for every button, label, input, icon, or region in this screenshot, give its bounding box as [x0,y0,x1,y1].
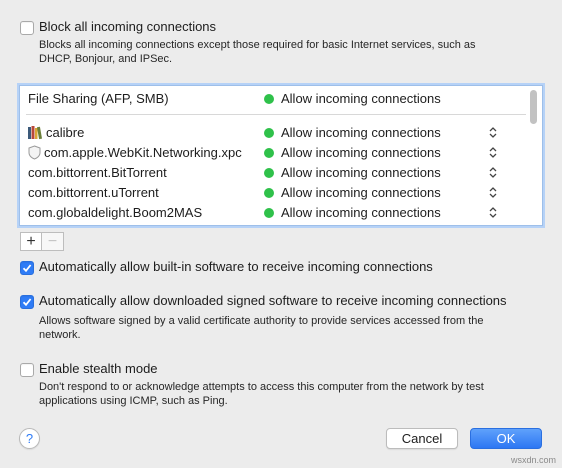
status-dot-icon [264,188,274,198]
stealth-mode-checkbox[interactable] [20,363,34,377]
block-all-label[interactable]: Block all incoming connections [39,19,216,34]
app-status: Allow incoming connections [281,205,441,220]
app-name: calibre [46,125,85,140]
firewall-app-list[interactable]: File Sharing (AFP, SMB) Allow incoming c… [19,85,543,226]
chevron-updown-icon[interactable] [488,206,498,219]
stealth-mode-label[interactable]: Enable stealth mode [39,361,158,376]
status-dot-icon [264,94,274,104]
app-name: com.bittorrent.BitTorrent [28,165,167,180]
ok-button[interactable]: OK [470,428,542,449]
auto-signed-description-line-1: Allows software signed by a valid certif… [39,315,484,327]
shield-icon [28,145,41,160]
chevron-updown-icon[interactable] [488,166,498,179]
auto-builtin-checkbox[interactable] [20,261,34,275]
list-item[interactable]: com.bittorrent.BitTorrent Allow incoming… [20,162,530,182]
app-status: Allow incoming connections [281,125,441,140]
status-dot-icon [264,128,274,138]
block-all-description-line-1: Blocks all incoming connections except t… [39,39,476,51]
app-name: com.globaldelight.Boom2MAS [28,205,203,220]
list-header-row[interactable]: File Sharing (AFP, SMB) Allow incoming c… [20,88,530,108]
checkmark-icon [22,264,32,273]
cancel-button[interactable]: Cancel [386,428,458,449]
auto-signed-checkbox[interactable] [20,295,34,309]
auto-signed-label[interactable]: Automatically allow downloaded signed so… [39,293,507,308]
file-sharing-name: File Sharing (AFP, SMB) [28,91,169,106]
calibre-books-icon [28,126,42,140]
stealth-mode-description-line-1: Don't respond to or acknowledge attempts… [39,381,484,393]
remove-app-button[interactable]: − [42,232,64,251]
block-all-checkbox[interactable] [20,21,34,35]
list-separator [26,114,526,115]
list-scrollbar[interactable] [530,90,537,124]
chevron-updown-icon[interactable] [488,126,498,139]
app-status: Allow incoming connections [281,145,441,160]
status-dot-icon [264,168,274,178]
list-item[interactable]: com.apple.WebKit.Networking.xpc Allow in… [20,142,530,162]
auto-builtin-label[interactable]: Automatically allow built-in software to… [39,259,433,274]
block-all-description-line-2: DHCP, Bonjour, and IPSec. [39,53,173,65]
app-status: Allow incoming connections [281,185,441,200]
watermark: wsxdn.com [510,455,556,465]
app-name: com.bittorrent.uTorrent [28,185,159,200]
status-dot-icon [264,148,274,158]
chevron-updown-icon[interactable] [488,186,498,199]
list-item[interactable]: calibre Allow incoming connections [20,122,530,142]
list-item[interactable]: com.bittorrent.uTorrent Allow incoming c… [20,182,530,202]
list-item[interactable]: com.globaldelight.Boom2MAS Allow incomin… [20,202,530,222]
stealth-mode-description-line-2: applications using ICMP, such as Ping. [39,395,228,407]
file-sharing-status: Allow incoming connections [281,91,441,106]
app-name: com.apple.WebKit.Networking.xpc [44,145,242,160]
app-status: Allow incoming connections [281,165,441,180]
checkmark-icon [22,298,32,307]
status-dot-icon [264,208,274,218]
help-button[interactable]: ? [19,428,40,449]
add-app-button[interactable]: + [20,232,42,251]
chevron-updown-icon[interactable] [488,146,498,159]
auto-signed-description-line-2: network. [39,329,81,341]
